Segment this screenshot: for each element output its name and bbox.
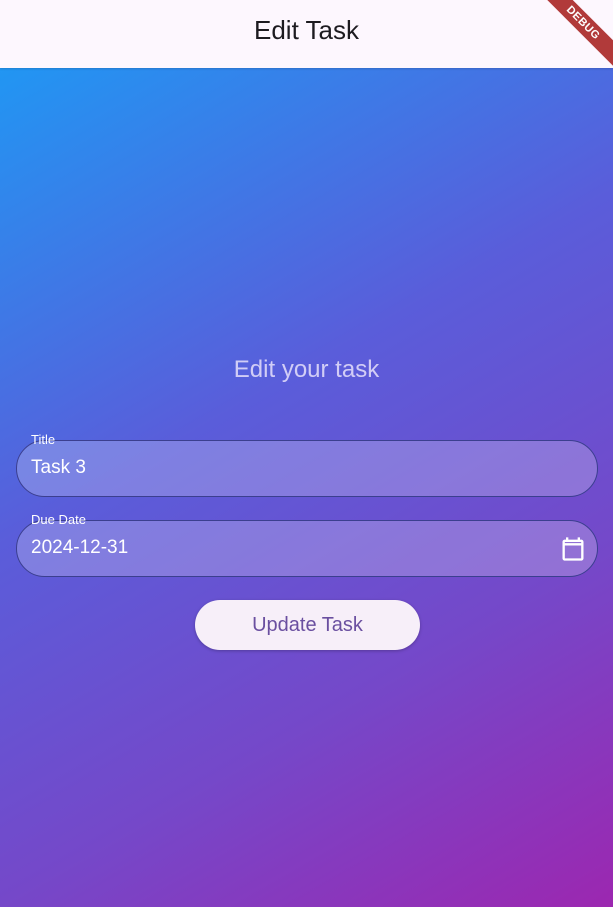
update-task-button[interactable]: Update Task <box>195 600 420 650</box>
title-field-label: Title <box>31 432 56 447</box>
title-field[interactable]: Title Task 3 <box>16 432 598 497</box>
form-heading: Edit your task <box>233 356 380 383</box>
debug-banner: DEBUG <box>533 0 613 80</box>
due-date-field[interactable]: Due Date 2024-12-31 <box>16 512 598 577</box>
due-date-field-value[interactable]: 2024-12-31 <box>31 537 128 559</box>
debug-banner-label: DEBUG <box>534 0 613 72</box>
app-root: Edit Task DEBUG Edit your task Title Tas… <box>0 0 613 907</box>
page-title: Edit Task <box>253 15 359 45</box>
calendar-icon[interactable] <box>559 535 587 563</box>
app-bar: Edit Task <box>0 0 613 68</box>
title-field-value[interactable]: Task 3 <box>31 457 86 479</box>
due-date-field-label: Due Date <box>31 512 86 527</box>
